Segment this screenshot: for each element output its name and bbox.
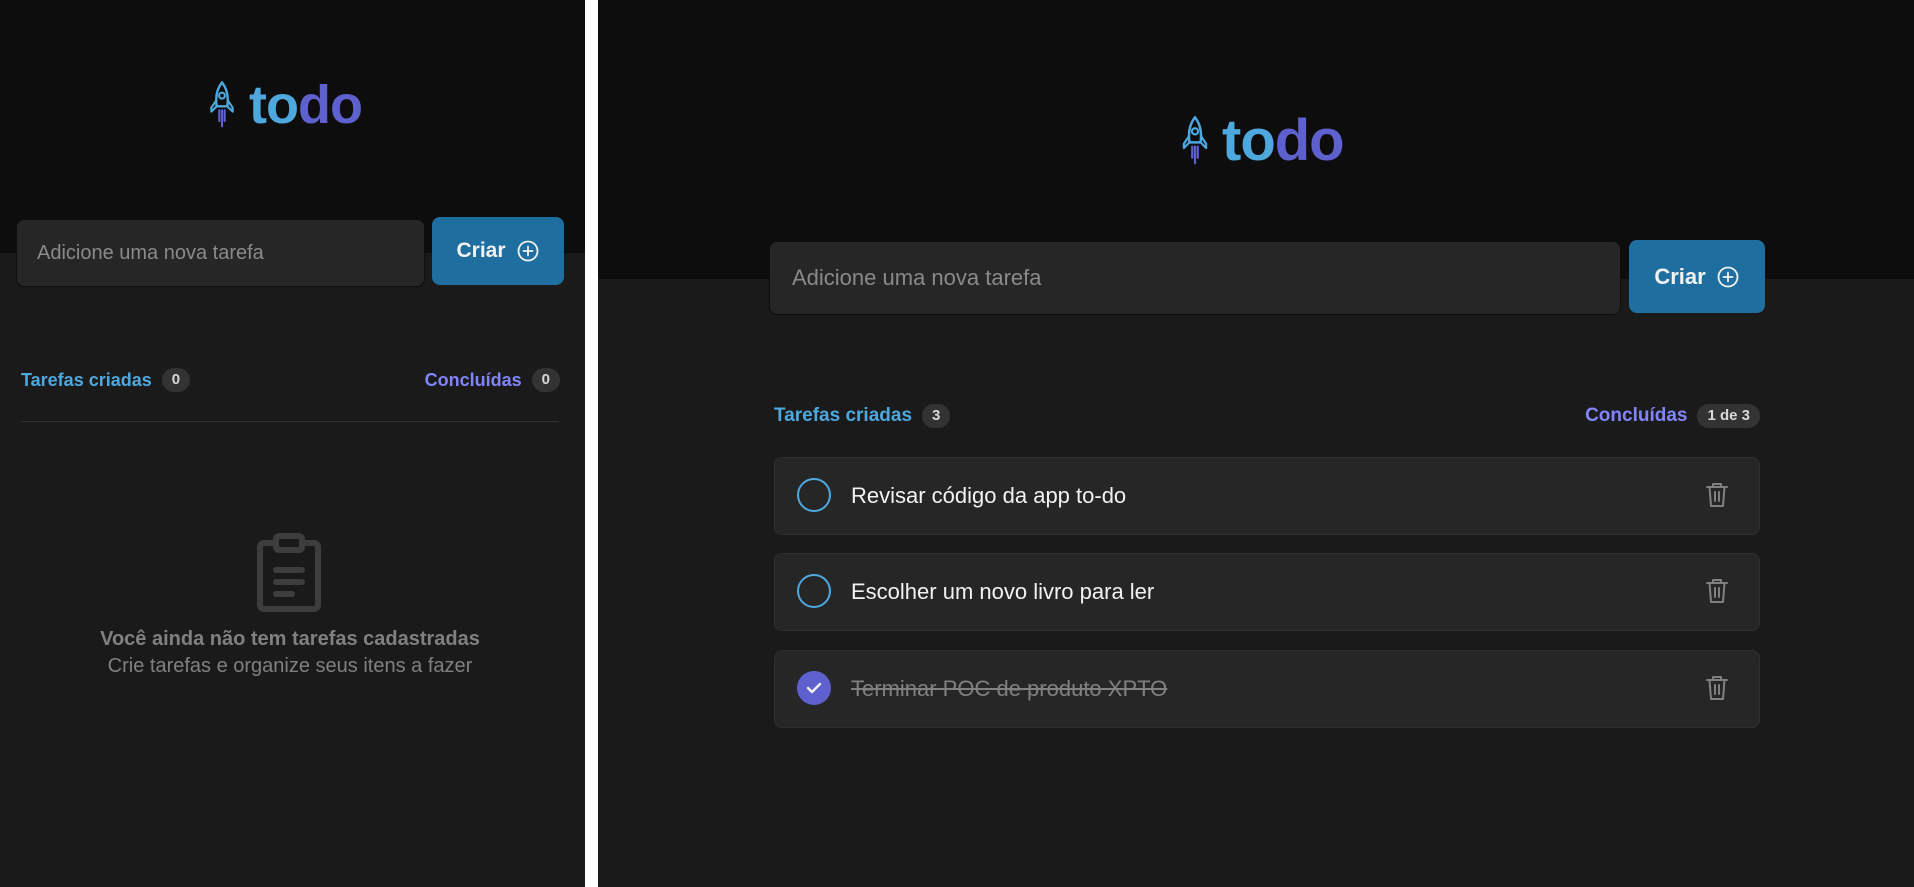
task-checkbox[interactable]	[797, 478, 831, 512]
empty-state-title: Você ainda não tem tarefas cadastradas	[100, 628, 480, 650]
completed-tasks-label: Concluídas	[424, 369, 522, 390]
create-button-label: Criar	[456, 239, 506, 262]
check-icon	[806, 682, 822, 694]
completed-tasks-badge: 0	[531, 368, 560, 392]
plus-circle-icon	[1717, 266, 1739, 287]
create-button-label: Criar	[1654, 263, 1706, 289]
new-task-input-wrapper	[16, 219, 425, 287]
create-button[interactable]: Criar	[432, 217, 564, 285]
task-item: Revisar código da app to-do	[774, 457, 1760, 535]
new-task-input-wrapper	[769, 241, 1621, 315]
created-tasks-badge: 3	[922, 404, 951, 428]
created-tasks-label: Tarefas criadas	[21, 369, 152, 390]
task-checkbox-checked[interactable]	[797, 671, 831, 705]
completed-tasks-label: Concluídas	[1585, 405, 1688, 426]
task-text: Escolher um novo livro para ler	[851, 579, 1155, 604]
logo-text-to: to	[1222, 108, 1276, 173]
plus-circle-icon	[517, 240, 538, 262]
new-task-input[interactable]	[770, 242, 1620, 314]
app-logo: todo	[205, 75, 363, 135]
completed-tasks-counter: Concluídas 1 de 3	[1585, 404, 1760, 428]
create-button[interactable]: Criar	[1629, 240, 1765, 313]
empty-state-subtitle: Crie tarefas e organize seus itens a faz…	[107, 655, 473, 677]
clipboard-icon	[257, 533, 321, 612]
logo-text-do: do	[1274, 108, 1345, 173]
task-text: Terminar POC de produto XPTO	[851, 676, 1168, 701]
new-task-input[interactable]	[17, 220, 424, 286]
trash-icon[interactable]	[1705, 577, 1729, 605]
trash-icon[interactable]	[1705, 481, 1729, 509]
created-tasks-label: Tarefas criadas	[774, 405, 913, 426]
task-item: Terminar POC de produto XPTO	[774, 650, 1760, 728]
created-tasks-counter: Tarefas criadas 3	[774, 404, 951, 428]
trash-icon[interactable]	[1705, 674, 1729, 702]
task-checkbox[interactable]	[797, 574, 831, 608]
list-divider	[21, 421, 559, 422]
completed-tasks-badge: 1 de 3	[1697, 404, 1760, 428]
completed-tasks-counter: Concluídas 0	[425, 368, 560, 392]
created-tasks-badge: 0	[161, 368, 191, 392]
task-item: Escolher um novo livro para ler	[774, 553, 1760, 631]
task-text: Revisar código da app to-do	[851, 483, 1127, 508]
empty-state: Você ainda não tem tarefas cadastradas C…	[0, 626, 580, 680]
mobile-screen: todo Criar Tarefas criadas 0 Concluídas …	[0, 0, 585, 887]
logo-text-do: do	[297, 75, 363, 135]
rocket-icon	[1182, 116, 1208, 165]
logo-text-to: to	[249, 75, 299, 135]
app-logo: todo	[1178, 112, 1345, 170]
created-tasks-counter: Tarefas criadas 0	[21, 368, 191, 392]
desktop-screen: todo Criar Tarefas criadas 3 Concluídas …	[598, 0, 1914, 887]
rocket-icon	[210, 81, 234, 128]
